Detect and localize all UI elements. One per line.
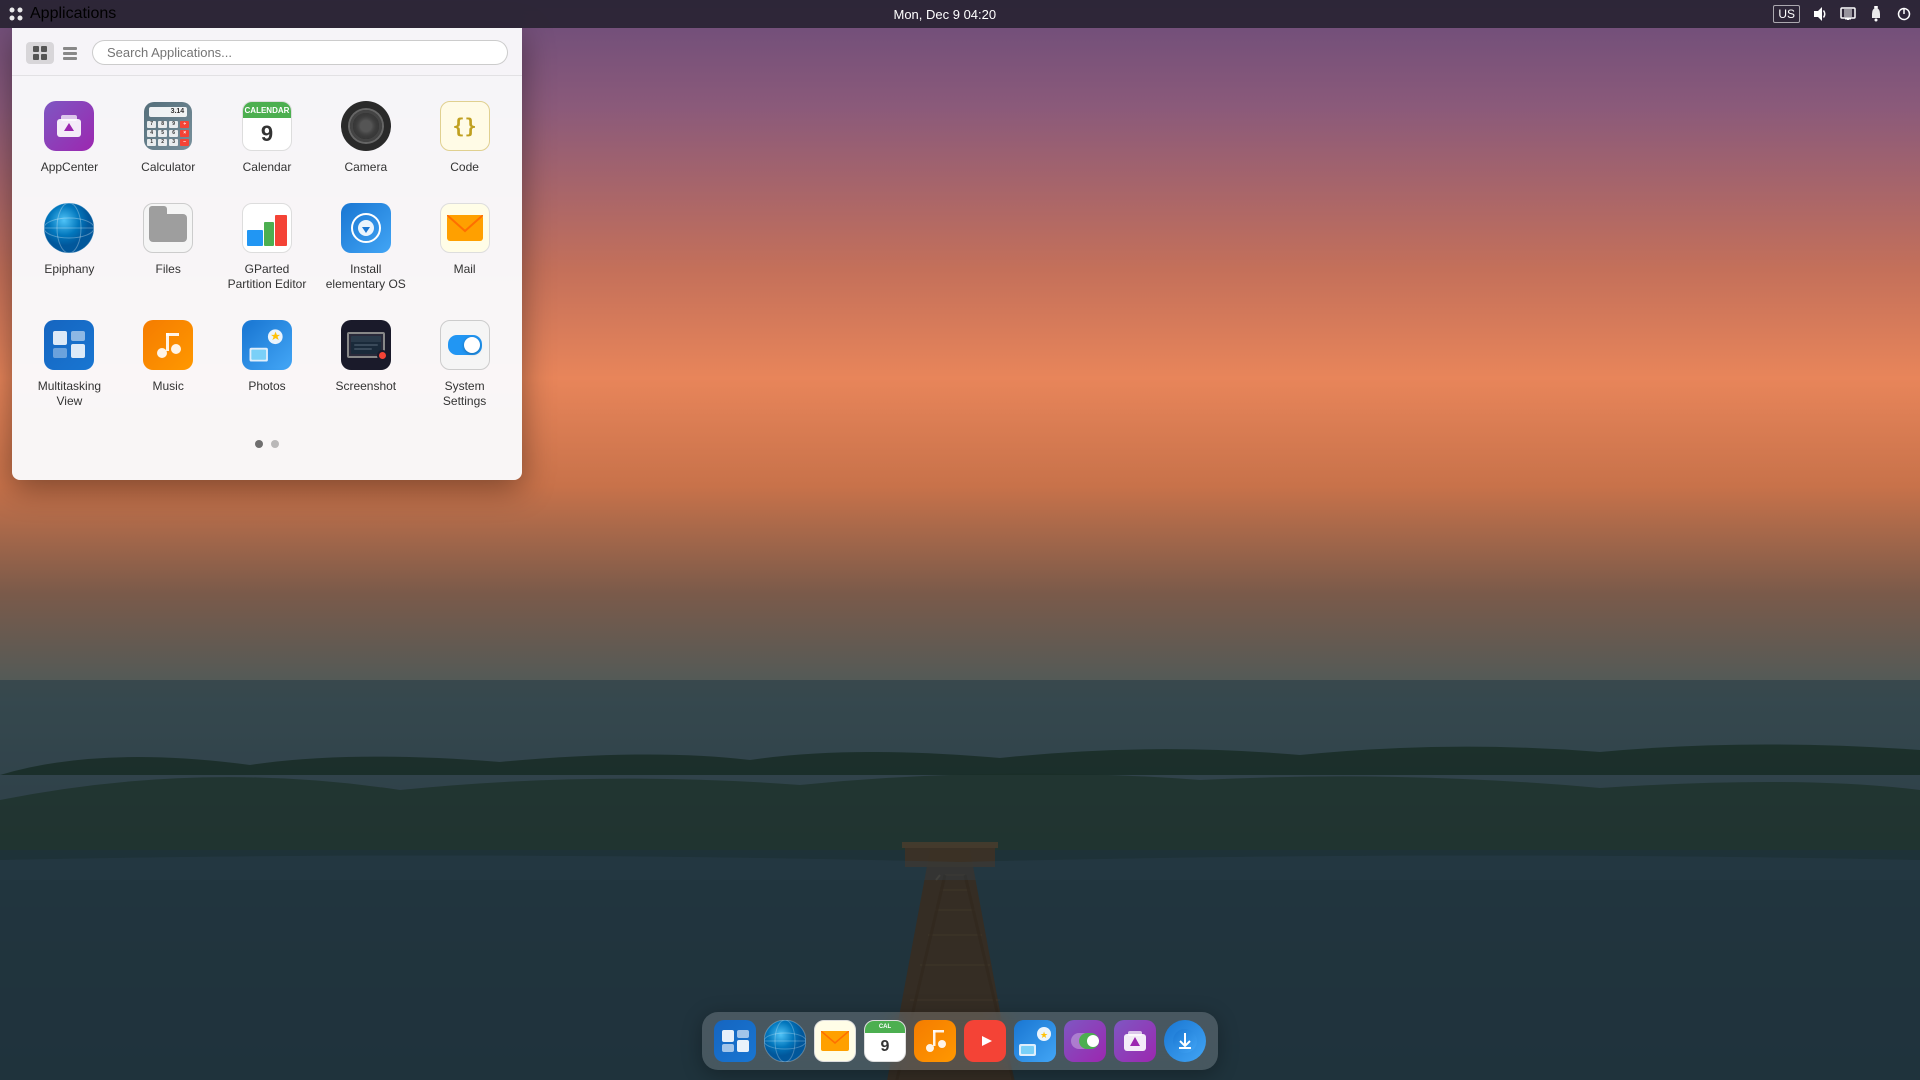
apps-grid: AppCenter 3.14 789÷ 456× 123− Calc: [12, 76, 522, 432]
dock: CAL 9: [702, 1012, 1218, 1070]
list-view-button[interactable]: [56, 42, 84, 64]
app-label-mail: Mail: [454, 262, 476, 278]
app-label-music: Music: [153, 379, 184, 395]
svg-text:★: ★: [1040, 1030, 1048, 1040]
keyboard-indicator[interactable]: US: [1773, 5, 1800, 23]
app-item-epiphany[interactable]: Epiphany: [20, 188, 119, 305]
app-item-photos[interactable]: Photos: [218, 305, 317, 422]
app-label-install-elementary: Install elementary OS: [323, 262, 408, 293]
app-label-appcenter: AppCenter: [41, 160, 98, 176]
app-label-screenshot: Screenshot: [335, 379, 396, 395]
app-label-code: Code: [450, 160, 479, 176]
app-label-gparted: GParted Partition Editor: [224, 262, 309, 293]
panel-indicators: US: [1773, 5, 1912, 23]
app-item-screenshot[interactable]: Screenshot: [316, 305, 415, 422]
app-item-code[interactable]: {} Code: [415, 86, 514, 188]
app-label-photos: Photos: [248, 379, 285, 395]
dock-item-appcenter[interactable]: [1112, 1018, 1158, 1064]
app-label-calendar: Calendar: [243, 160, 292, 176]
notifications-icon[interactable]: [1868, 6, 1884, 22]
app-item-music[interactable]: Music: [119, 305, 218, 422]
grid-view-button[interactable]: [26, 42, 54, 64]
app-label-system-settings: System Settings: [422, 379, 507, 410]
dock-item-music[interactable]: [912, 1018, 958, 1064]
app-item-files[interactable]: Files: [119, 188, 218, 305]
app-launcher: AppCenter 3.14 789÷ 456× 123− Calc: [12, 28, 522, 480]
dock-item-system-settings[interactable]: [1062, 1018, 1108, 1064]
display-icon[interactable]: [1840, 6, 1856, 22]
dock-item-epiphany[interactable]: [762, 1018, 808, 1064]
app-item-mail[interactable]: Mail: [415, 188, 514, 305]
dock-item-photos[interactable]: ★: [1012, 1018, 1058, 1064]
view-toggle-group: [26, 42, 84, 64]
dock-item-calendar[interactable]: CAL 9: [862, 1018, 908, 1064]
app-item-system-settings[interactable]: System Settings: [415, 305, 514, 422]
app-label-multitasking-view: Multitasking View: [27, 379, 112, 410]
app-label-files: Files: [156, 262, 181, 278]
app-label-epiphany: Epiphany: [44, 262, 94, 278]
power-icon[interactable]: [1896, 6, 1912, 22]
datetime-display: Mon, Dec 9 04:20: [893, 7, 996, 22]
applications-menu[interactable]: Applications: [8, 5, 116, 23]
app-label-calculator: Calculator: [141, 160, 195, 176]
volume-icon[interactable]: [1812, 6, 1828, 22]
app-item-calendar[interactable]: CALENDAR 9 Calendar: [218, 86, 317, 188]
desktop-background: [0, 480, 1920, 1080]
page-dot-2[interactable]: [271, 440, 279, 448]
app-item-install-elementary[interactable]: Install elementary OS: [316, 188, 415, 305]
applications-label: Applications: [30, 5, 116, 23]
app-item-gparted[interactable]: GParted Partition Editor: [218, 188, 317, 305]
page-dot-1[interactable]: [255, 440, 263, 448]
app-item-multitasking-view[interactable]: Multitasking View: [20, 305, 119, 422]
page-dots: [12, 432, 522, 460]
dock-item-videos[interactable]: [962, 1018, 1008, 1064]
applications-icon: [8, 6, 24, 22]
app-label-camera: Camera: [344, 160, 387, 176]
search-input[interactable]: [92, 40, 508, 65]
dock-item-sideload[interactable]: [1162, 1018, 1208, 1064]
app-item-camera[interactable]: Camera: [316, 86, 415, 188]
search-bar: [12, 28, 522, 76]
app-item-appcenter[interactable]: AppCenter: [20, 86, 119, 188]
app-item-calculator[interactable]: 3.14 789÷ 456× 123− Calculator: [119, 86, 218, 188]
top-panel: Applications Mon, Dec 9 04:20 US: [0, 0, 1920, 28]
dock-item-multitasking[interactable]: [712, 1018, 758, 1064]
dock-item-mail[interactable]: [812, 1018, 858, 1064]
